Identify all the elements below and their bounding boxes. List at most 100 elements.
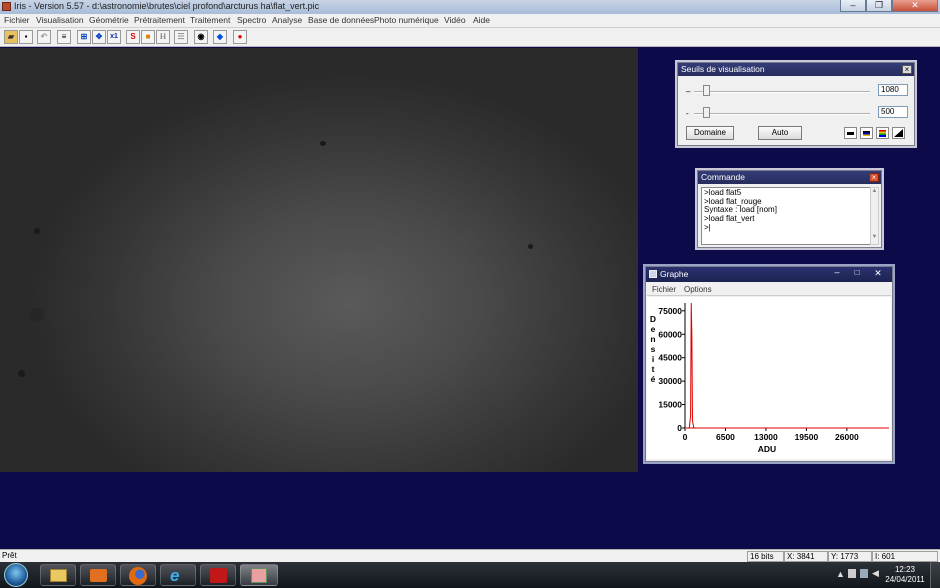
threshold-icon[interactable]: ≡ <box>57 30 71 44</box>
tray-flag-icon[interactable] <box>848 569 856 578</box>
star-blue-icon[interactable]: ◆ <box>213 30 227 44</box>
clock[interactable]: 12:23 24/04/2011 <box>884 565 926 585</box>
image-canvas[interactable] <box>0 48 638 472</box>
sun-icon[interactable]: S <box>126 30 140 44</box>
zoom-fit-icon[interactable]: ⊞ <box>77 30 91 44</box>
mono-palette-icon[interactable] <box>844 127 857 139</box>
close-button[interactable]: ✕ <box>892 0 938 12</box>
x-tick-label: 26000 <box>835 432 859 442</box>
histogram-chart[interactable]: 0 15000 30000 45000 60000 75000 0 6500 13000 1950… <box>647 297 891 459</box>
y-tick-label: 45000 <box>658 353 682 363</box>
domaine-button[interactable]: Domaine <box>686 126 734 140</box>
graph-menu-options[interactable]: Options <box>684 285 712 294</box>
auto-button[interactable]: Auto <box>758 126 802 140</box>
window-title: Iris - Version 5.57 - d:\astronomie\brut… <box>14 1 320 11</box>
menu-analyse[interactable]: Analyse <box>272 15 302 25</box>
low-slider-track[interactable] <box>694 113 870 115</box>
high-threshold-input[interactable]: 1080 <box>878 84 908 96</box>
high-slider-track[interactable] <box>694 91 870 93</box>
y-axis-label-char: i <box>652 354 654 364</box>
command-close-icon[interactable]: × <box>869 173 879 182</box>
thresholds-title: Seuils de visualisation <box>678 63 914 76</box>
command-dialog: Commande × >load flat5 >load flat_rouge … <box>697 170 882 248</box>
tray-arrow-icon[interactable]: ▲ <box>836 569 845 579</box>
media-player-icon[interactable] <box>80 564 116 586</box>
command-line: >| <box>704 222 711 232</box>
dust-spot <box>18 370 25 377</box>
ramp-palette-icon[interactable] <box>892 127 905 139</box>
show-desktop-button[interactable] <box>930 562 940 588</box>
menu-geometrie[interactable]: Géométrie <box>89 15 129 25</box>
x-tick-label: 6500 <box>716 432 735 442</box>
menu-video[interactable]: Vidéo <box>444 15 466 25</box>
graph-menu-fichier[interactable]: Fichier <box>652 285 676 294</box>
graph-maximize-icon[interactable]: □ <box>848 268 866 279</box>
command-line: >load flat_vert <box>704 214 755 224</box>
thresholds-dialog: Seuils de visualisation × – 1080 - 500 D… <box>677 62 915 146</box>
y-tick-label: 30000 <box>658 376 682 386</box>
firefox-icon[interactable] <box>120 564 156 586</box>
list-icon[interactable]: ☰ <box>174 30 188 44</box>
acrobat-icon[interactable] <box>200 564 236 586</box>
undo-icon[interactable]: ↶ <box>37 30 51 44</box>
menu-visualisation[interactable]: Visualisation <box>36 15 84 25</box>
command-textarea[interactable]: >load flat5 >load flat_rouge Syntaxe : l… <box>701 187 871 245</box>
y-tick-label: 15000 <box>658 400 682 410</box>
low-threshold-input[interactable]: 500 <box>878 106 908 118</box>
histogram-icon[interactable]: H <box>156 30 170 44</box>
y-axis-label-char: s <box>651 344 656 354</box>
ie-icon[interactable]: e <box>160 564 196 586</box>
high-slider-thumb[interactable] <box>702 85 710 96</box>
color-icon[interactable]: ■ <box>141 30 155 44</box>
menu-pretraitement[interactable]: Prétraitement <box>134 15 185 25</box>
low-minus-icon: - <box>686 109 689 118</box>
record-icon[interactable]: ● <box>233 30 247 44</box>
high-minus-icon: – <box>686 87 691 96</box>
graph-close-icon[interactable]: ✕ <box>868 268 888 279</box>
status-x: X: 3841 <box>784 551 828 562</box>
camera-icon[interactable]: ◉ <box>194 30 208 44</box>
tray-network-icon[interactable] <box>860 569 868 578</box>
thresholds-close-icon[interactable]: × <box>902 65 912 74</box>
x-axis-label: ADU <box>758 444 776 454</box>
explorer-icon[interactable] <box>40 564 76 586</box>
graph-app-icon <box>649 270 657 278</box>
start-orb-icon[interactable] <box>4 563 28 587</box>
rainbow-palette-icon[interactable] <box>876 127 889 139</box>
graph-minimize-icon[interactable]: – <box>828 268 846 279</box>
save-icon[interactable]: ▪ <box>19 30 33 44</box>
command-title: Commande <box>698 171 881 184</box>
move-icon[interactable]: ✥ <box>92 30 106 44</box>
iris-icon[interactable] <box>240 564 278 586</box>
minimize-button[interactable]: – <box>840 0 866 12</box>
graph-menubar: Fichier Options <box>647 284 891 296</box>
command-scrollbar[interactable]: ▲ ▼ <box>870 187 879 245</box>
menubar: Fichier Visualisation Géométrie Prétrait… <box>0 14 940 28</box>
status-intensity: I: 601 <box>872 551 938 562</box>
open-icon[interactable]: ▰ <box>4 30 18 44</box>
x-tick-label: 0 <box>683 432 688 442</box>
gradient-palette-icon[interactable] <box>860 127 873 139</box>
y-tick-label: 75000 <box>658 306 682 316</box>
low-slider-thumb[interactable] <box>702 107 710 118</box>
tray-volume-icon[interactable]: ◀ <box>872 568 879 579</box>
y-axis-label-char: t <box>652 364 655 374</box>
status-y: Y: 1773 <box>828 551 872 562</box>
menu-fichier[interactable]: Fichier <box>4 15 30 25</box>
statusbar: Prêt 16 bits X: 3841 Y: 1773 I: 601 <box>0 549 940 562</box>
maximize-button[interactable]: ❐ <box>866 0 892 12</box>
dust-ring <box>30 308 44 322</box>
dust-spot <box>34 228 40 234</box>
taskbar: e ▲ ◀ 12:23 24/04/2011 <box>0 562 940 588</box>
y-axis-label-char: é <box>651 374 656 384</box>
menu-base-de-donnees[interactable]: Base de données <box>308 15 374 25</box>
menu-spectro[interactable]: Spectro <box>237 15 266 25</box>
menu-aide[interactable]: Aide <box>473 15 490 25</box>
zoom-x1-icon[interactable]: x1 <box>107 30 121 44</box>
x-tick-label: 13000 <box>754 432 778 442</box>
menu-photo-numerique[interactable]: Photo numérique <box>374 15 439 25</box>
x-tick-label: 19500 <box>795 432 819 442</box>
y-tick-label: 60000 <box>658 329 682 339</box>
menu-traitement[interactable]: Traitement <box>190 15 230 25</box>
status-bits: 16 bits <box>747 551 784 562</box>
